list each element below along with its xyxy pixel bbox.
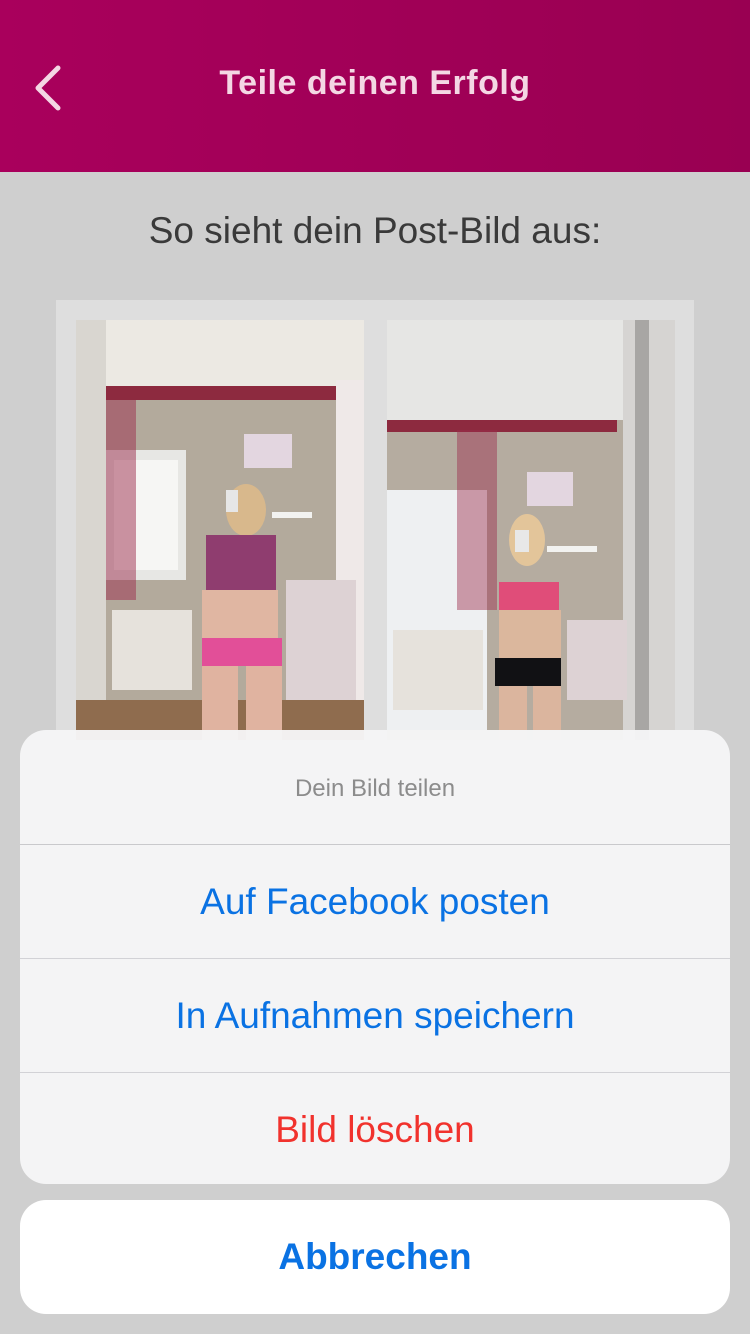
before-photo-image [76,320,364,740]
post-image-preview [56,300,694,760]
before-photo [76,320,364,740]
after-photo [387,320,675,740]
save-to-photos-button[interactable]: In Aufnahmen speichern [20,959,730,1073]
delete-image-button[interactable]: Bild löschen [20,1073,730,1184]
cancel-button[interactable]: Abbrechen [20,1200,730,1314]
nav-bar: Teile deinen Erfolg [0,0,750,172]
share-action-sheet: Dein Bild teilen Auf Facebook posten In … [20,730,730,1184]
post-facebook-button[interactable]: Auf Facebook posten [20,845,730,959]
after-photo-image [387,320,675,740]
action-sheet-title: Dein Bild teilen [20,730,730,845]
preview-caption: So sieht dein Post-Bild aus: [148,210,602,251]
page-title: Teile deinen Erfolg [219,64,531,102]
